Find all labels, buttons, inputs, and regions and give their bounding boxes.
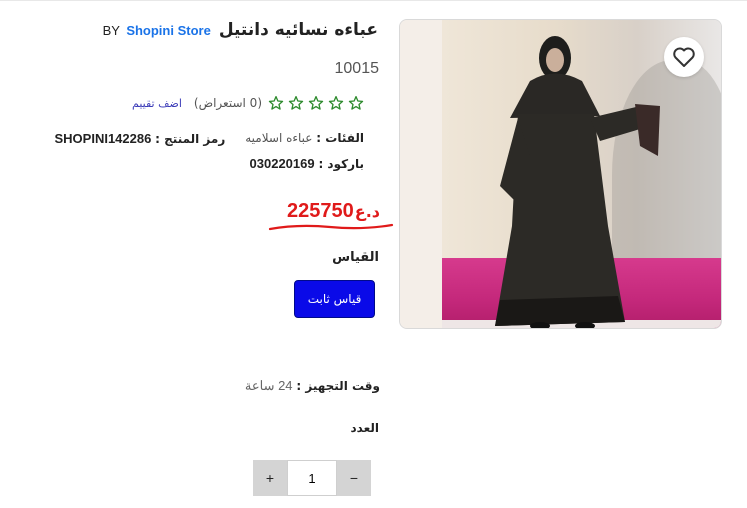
category-label: الفئات : bbox=[316, 131, 364, 145]
quantity-input[interactable] bbox=[287, 460, 337, 496]
price-underline bbox=[268, 223, 394, 231]
product-title: عباءه نسائيه دانتيل bbox=[218, 20, 378, 40]
star-outline-icon[interactable] bbox=[268, 95, 284, 111]
star-outline-icon[interactable] bbox=[328, 95, 344, 111]
image-margin bbox=[400, 20, 442, 328]
size-option-button[interactable]: قياس ثابت bbox=[294, 280, 375, 318]
sku-info: رمز المنتج : SHOPINI142286 bbox=[55, 131, 226, 146]
favorite-button[interactable] bbox=[664, 37, 704, 77]
sku-label: رمز المنتج : bbox=[155, 132, 226, 146]
store-byline: BY Shopini Store bbox=[103, 23, 211, 38]
heart-icon bbox=[673, 47, 695, 67]
product-image-card[interactable] bbox=[399, 19, 722, 329]
quantity-stepper: + − bbox=[253, 460, 371, 496]
category-value[interactable]: عباءه اسلاميه bbox=[245, 131, 312, 145]
price-currency: د.ع bbox=[354, 202, 380, 221]
rating-stars[interactable] bbox=[268, 95, 364, 111]
quantity-label: العدد bbox=[350, 421, 379, 435]
category-info: الفئات : عباءه اسلاميه bbox=[245, 131, 364, 146]
product-meta-row: الفئات : عباءه اسلاميه رمز المنتج : SHOP… bbox=[55, 131, 365, 146]
preparation-value: 24 ساعة bbox=[244, 378, 293, 393]
quantity-increase-button[interactable]: + bbox=[253, 460, 287, 496]
store-link[interactable]: Shopini Store bbox=[126, 23, 211, 38]
barcode-info: باركود : 030220169 bbox=[250, 156, 364, 171]
preparation-time: وقت التجهيز : 24 ساعة bbox=[245, 378, 380, 394]
preparation-label: وقت التجهيز : bbox=[296, 379, 380, 393]
product-header: BY Shopini Store عباءه نسائيه دانتيل bbox=[103, 20, 378, 40]
star-outline-icon[interactable] bbox=[348, 95, 364, 111]
barcode-value: 030220169 bbox=[249, 156, 315, 171]
product-number: 10015 bbox=[334, 60, 380, 77]
barcode-label: باركود : bbox=[318, 157, 364, 171]
top-divider bbox=[0, 0, 747, 4]
add-rating-link[interactable]: اضف تقييم bbox=[132, 97, 182, 110]
abaya-figure bbox=[495, 36, 660, 328]
size-label: القياس bbox=[332, 250, 379, 265]
rating-row: (0 استعراض) اضف تقييم bbox=[132, 95, 364, 111]
star-outline-icon[interactable] bbox=[288, 95, 304, 111]
reviews-count: (0 استعراض) bbox=[193, 96, 262, 110]
star-outline-icon[interactable] bbox=[308, 95, 324, 111]
by-label: BY bbox=[102, 23, 120, 38]
sku-value: SHOPINI142286 bbox=[54, 131, 152, 146]
quantity-decrease-button[interactable]: − bbox=[337, 460, 371, 496]
